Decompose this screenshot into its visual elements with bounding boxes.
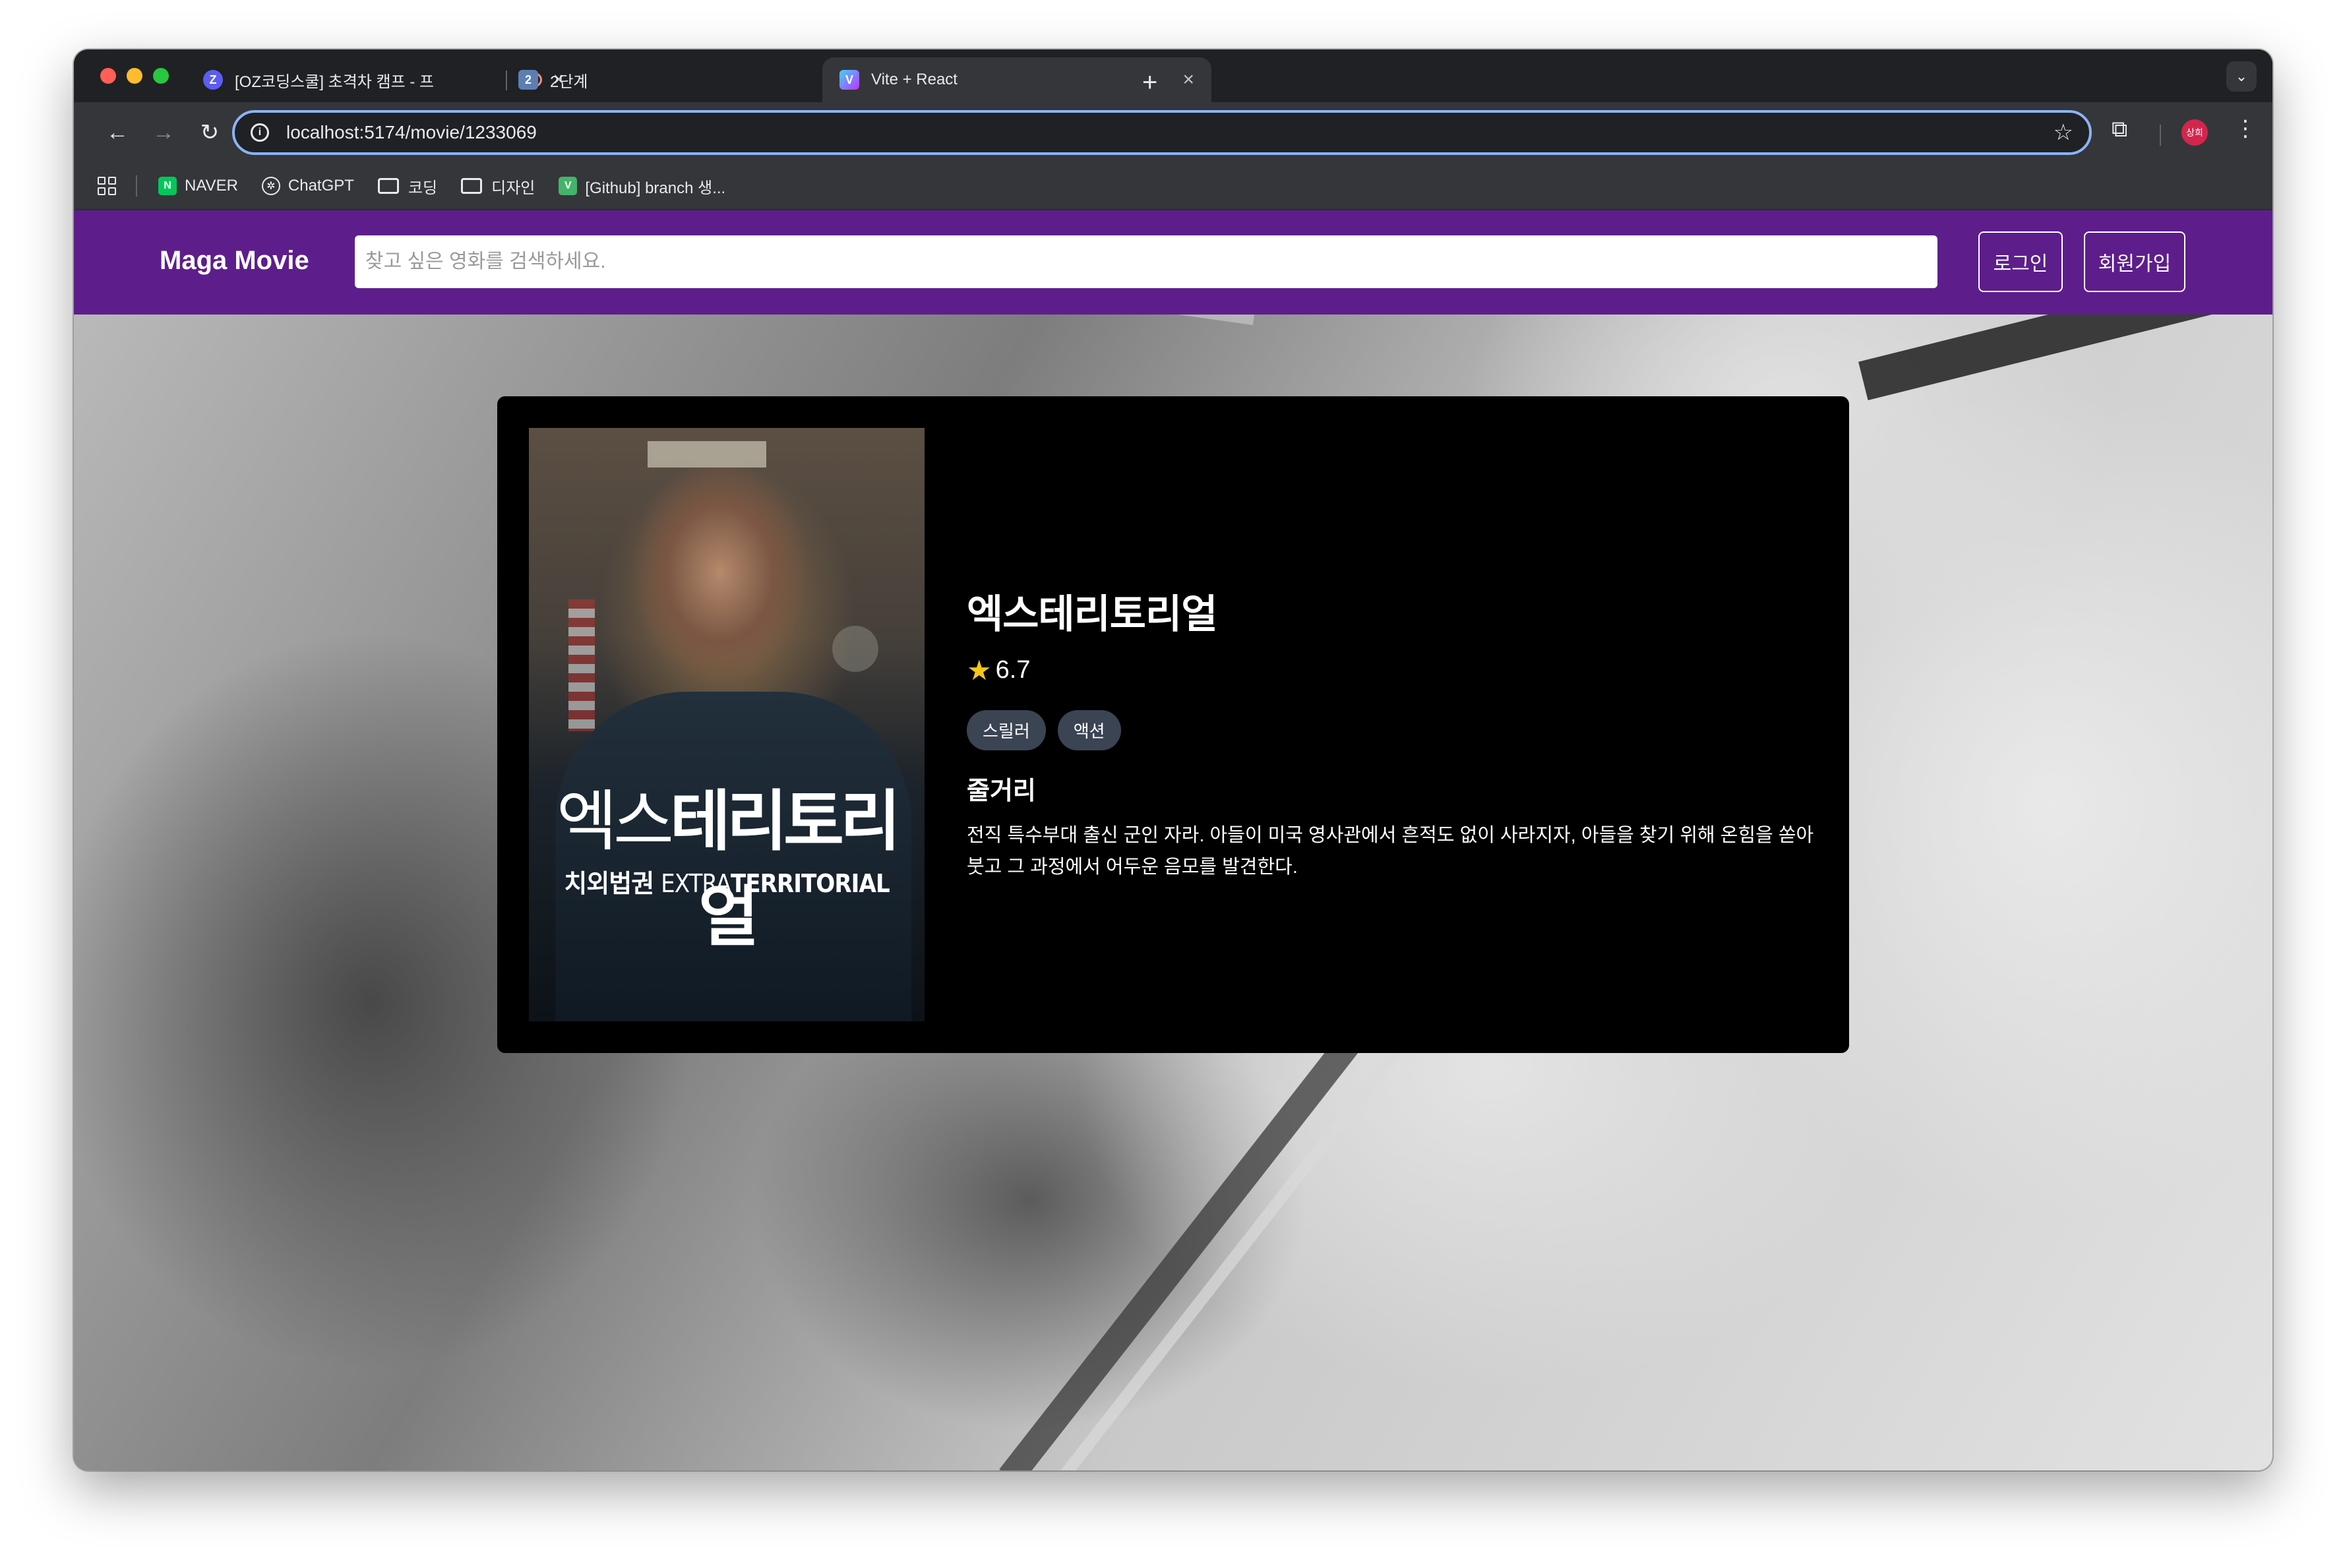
rating-value: 6.7 bbox=[995, 656, 1031, 684]
browser-toolbar: ← → ↻ i localhost:5174/movie/1233069 ☆ ⧉… bbox=[74, 102, 2272, 163]
synopsis-text: 전직 특수부대 출신 군인 자라. 아들이 미국 영사관에서 흔적도 없이 사라… bbox=[967, 825, 1814, 878]
tab-favicon-icon: 2 bbox=[518, 70, 538, 90]
extensions-puzzle-icon[interactable]: ⧉ bbox=[2112, 117, 2127, 142]
movie-title: 엑스테리토리얼 bbox=[967, 592, 1217, 636]
genre-list: 스릴러 액션 bbox=[967, 710, 1817, 750]
bookmark-label: NAVER bbox=[185, 177, 238, 195]
page-viewport: Maga Movie 로그인 회원가입 엑스테리토리얼 치외법권 EXTRATE… bbox=[74, 210, 2272, 1470]
forward-arrow-icon[interactable]: → bbox=[146, 115, 181, 150]
minimize-window-button[interactable] bbox=[127, 68, 142, 84]
site-logo[interactable]: Maga Movie bbox=[160, 246, 309, 276]
tab-strip: Z [OZ코딩스쿨] 초격차 캠프 - 프 × 2 2단계 × V Vite +… bbox=[74, 49, 2272, 102]
folder-icon bbox=[377, 178, 399, 194]
toolbar-divider bbox=[2160, 125, 2161, 146]
synopsis-heading: 줄거리 bbox=[967, 777, 1036, 805]
folder-icon bbox=[461, 178, 483, 194]
signup-button[interactable]: 회원가입 bbox=[2084, 231, 2185, 292]
movie-detail-card: 엑스테리토리얼 치외법권 EXTRATERRITORIAL 엑스테리토리얼 ★ … bbox=[497, 396, 1849, 1053]
bookmark-label: [Github] branch 생... bbox=[585, 179, 726, 197]
bookmark-divider bbox=[136, 175, 137, 196]
genre-badge: 액션 bbox=[1057, 710, 1121, 750]
movie-info: 엑스테리토리얼 ★ 6.7 스릴러 액션 줄거리 전직 특수부대 출신 군인 자… bbox=[967, 582, 1817, 883]
new-tab-icon[interactable]: + bbox=[1142, 63, 1157, 102]
app-header: Maga Movie 로그인 회원가입 bbox=[74, 210, 2272, 315]
site-info-icon[interactable]: i bbox=[251, 123, 269, 142]
window-controls bbox=[100, 68, 169, 84]
profile-avatar[interactable]: 상희 bbox=[2181, 119, 2208, 146]
bookmark-folder-design[interactable]: 디자인 bbox=[461, 175, 535, 198]
tab-title: [OZ코딩스쿨] 초격차 캠프 - 프 bbox=[235, 73, 435, 91]
bookmark-star-icon[interactable]: ☆ bbox=[2054, 119, 2073, 146]
genre-badge: 스릴러 bbox=[967, 710, 1046, 750]
apps-grid-icon[interactable] bbox=[98, 177, 116, 195]
login-button[interactable]: 로그인 bbox=[1978, 231, 2063, 292]
bookmark-label: 코딩 bbox=[408, 179, 438, 197]
bookmark-github-branch[interactable]: V [Github] branch 생... bbox=[559, 175, 725, 198]
tab-search-chevron-icon[interactable]: ⌄ bbox=[2226, 61, 2257, 92]
tab-favicon-icon: Z bbox=[203, 70, 223, 90]
bookmark-label: ChatGPT bbox=[288, 177, 354, 195]
more-menu-icon[interactable]: ⋮ bbox=[2234, 115, 2257, 142]
url-text[interactable]: localhost:5174/movie/1233069 bbox=[286, 122, 2054, 143]
close-window-button[interactable] bbox=[100, 68, 116, 84]
poster-subtitle: 치외법권 EXTRATERRITORIAL bbox=[564, 869, 890, 898]
chatgpt-icon: ✲ bbox=[261, 177, 280, 195]
movie-rating: ★ 6.7 bbox=[967, 654, 1817, 686]
naver-icon: N bbox=[158, 177, 177, 195]
bookmark-naver[interactable]: N NAVER bbox=[158, 177, 238, 195]
movie-poster: 엑스테리토리얼 치외법권 EXTRATERRITORIAL bbox=[529, 428, 925, 1021]
bookmarks-bar: N NAVER ✲ ChatGPT 코딩 디자인 V [Github] bran… bbox=[74, 163, 2272, 210]
vue-icon: V bbox=[559, 177, 578, 195]
browser-window: Z [OZ코딩스쿨] 초격차 캠프 - 프 × 2 2단계 × V Vite +… bbox=[74, 49, 2272, 1470]
tab-close-icon[interactable]: × bbox=[1182, 69, 1194, 91]
maximize-window-button[interactable] bbox=[153, 68, 169, 84]
reload-icon[interactable]: ↻ bbox=[193, 115, 227, 150]
vite-favicon-icon: V bbox=[839, 70, 859, 90]
back-arrow-icon[interactable]: ← bbox=[100, 115, 135, 150]
bookmark-chatgpt[interactable]: ✲ ChatGPT bbox=[261, 177, 354, 195]
search-input[interactable] bbox=[355, 235, 1937, 288]
bookmark-label: 디자인 bbox=[491, 179, 535, 197]
address-bar[interactable]: i localhost:5174/movie/1233069 ☆ bbox=[232, 110, 2092, 155]
tab-title: 2단계 bbox=[550, 73, 588, 91]
bookmark-folder-coding[interactable]: 코딩 bbox=[377, 175, 438, 198]
star-icon: ★ bbox=[967, 655, 992, 686]
tab-title: Vite + React bbox=[871, 71, 958, 88]
